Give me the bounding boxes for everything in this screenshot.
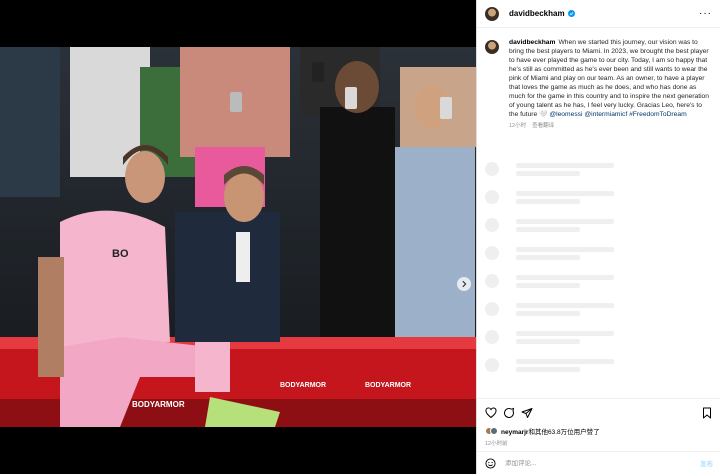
skeleton-line (516, 358, 614, 364)
skeleton-avatar (485, 330, 499, 344)
comment-skeleton-row (485, 267, 713, 295)
skeleton-line (516, 254, 580, 260)
mention-intermiamicf[interactable]: @intermiamicf (584, 111, 627, 118)
skeleton-line (516, 162, 614, 168)
see-translation-link[interactable]: 查看翻译 (532, 123, 554, 129)
likes-text[interactable]: neymarjr和其他63.8万位用户赞了 (501, 426, 600, 436)
svg-text:BODYARMOR: BODYARMOR (365, 382, 411, 389)
skeleton-line (516, 274, 614, 280)
avatar[interactable] (485, 6, 499, 21)
heart-icon[interactable] (485, 407, 497, 419)
skeleton-line (516, 226, 580, 232)
skeleton-line (516, 302, 614, 308)
skeleton-line (516, 246, 614, 252)
skeleton-avatar (485, 162, 499, 176)
mention-leomessi[interactable]: @leomessi (549, 111, 582, 118)
likes-user[interactable]: neymarjr (501, 429, 528, 436)
skeleton-lines (516, 190, 614, 204)
comment-skeleton-row (485, 351, 713, 379)
likes-summary: neymarjr和其他63.8万位用户赞了 (485, 426, 713, 436)
post-header: davidbeckham ··· (477, 0, 720, 28)
carousel-next-button[interactable] (457, 277, 471, 291)
send-icon[interactable] (521, 407, 533, 419)
skeleton-lines (516, 162, 614, 176)
comment-bar: 发布 (477, 451, 720, 474)
hashtag-link[interactable]: #FreedomToDream (629, 111, 687, 118)
comment-skeleton-row (485, 323, 713, 351)
skeleton-line (516, 330, 614, 336)
skeleton-line (516, 366, 580, 372)
svg-text:BO: BO (112, 248, 129, 260)
skeleton-line (516, 170, 580, 176)
skeleton-avatar (485, 218, 499, 232)
skeleton-lines (516, 274, 614, 288)
caption-avatar[interactable] (485, 40, 499, 54)
header-username[interactable]: davidbeckham (509, 9, 565, 18)
time-ago: 12小时 (509, 123, 527, 130)
skeleton-line (516, 338, 580, 344)
comments-loading-list (485, 155, 713, 379)
post-comment-button[interactable]: 发布 (700, 458, 713, 468)
skeleton-avatar (485, 302, 499, 316)
more-horizontal-icon[interactable]: ··· (699, 8, 712, 19)
post-caption: davidbeckham When we started this journey… (477, 28, 720, 131)
instagram-post-modal: BODYARMOR BODYARMOR BODYARMOR BO davidbe… (0, 0, 720, 474)
caption-text: When we started this journey, our vision… (509, 39, 709, 119)
post-side-panel: davidbeckham ··· davidbeckham When we sta… (476, 0, 720, 474)
skeleton-lines (516, 246, 614, 260)
liker-avatar (490, 427, 498, 435)
skeleton-avatar (485, 358, 499, 372)
caption-meta: 12小时 查看翻译 (509, 122, 712, 131)
skeleton-line (516, 190, 614, 196)
skeleton-avatar (485, 246, 499, 260)
comment-input[interactable] (505, 459, 675, 467)
chevron-right-icon (462, 280, 467, 288)
post-image: BODYARMOR BODYARMOR BODYARMOR BO (0, 47, 476, 427)
svg-text:BODYARMOR: BODYARMOR (132, 400, 185, 409)
skeleton-line (516, 218, 614, 224)
action-bar: neymarjr和其他63.8万位用户赞了 12小时前 (477, 398, 720, 447)
bookmark-icon[interactable] (701, 407, 713, 419)
skeleton-line (516, 282, 580, 288)
post-photo[interactable]: BODYARMOR BODYARMOR BODYARMOR BO (0, 47, 476, 427)
skeleton-avatar (485, 274, 499, 288)
comment-icon[interactable] (503, 407, 515, 419)
action-icons-row (485, 405, 713, 421)
skeleton-lines (516, 302, 614, 316)
skeleton-lines (516, 218, 614, 232)
skeleton-line (516, 198, 580, 204)
verified-badge-icon (567, 10, 575, 17)
caption-body: davidbeckham When we started this journey… (509, 38, 712, 131)
skeleton-lines (516, 330, 614, 344)
skeleton-line (516, 310, 580, 316)
comment-skeleton-row (485, 295, 713, 323)
svg-text:BODYARMOR: BODYARMOR (280, 382, 326, 389)
comment-skeleton-row (485, 155, 713, 183)
comment-skeleton-row (485, 211, 713, 239)
skeleton-lines (516, 358, 614, 372)
caption-username[interactable]: davidbeckham (509, 39, 555, 46)
likes-rest[interactable]: 和其他63.8万位用户赞了 (528, 429, 599, 436)
emoji-icon[interactable] (485, 457, 496, 469)
comment-skeleton-row (485, 183, 713, 211)
skeleton-avatar (485, 190, 499, 204)
post-age: 12小时前 (485, 441, 508, 447)
comment-skeleton-row (485, 239, 713, 267)
